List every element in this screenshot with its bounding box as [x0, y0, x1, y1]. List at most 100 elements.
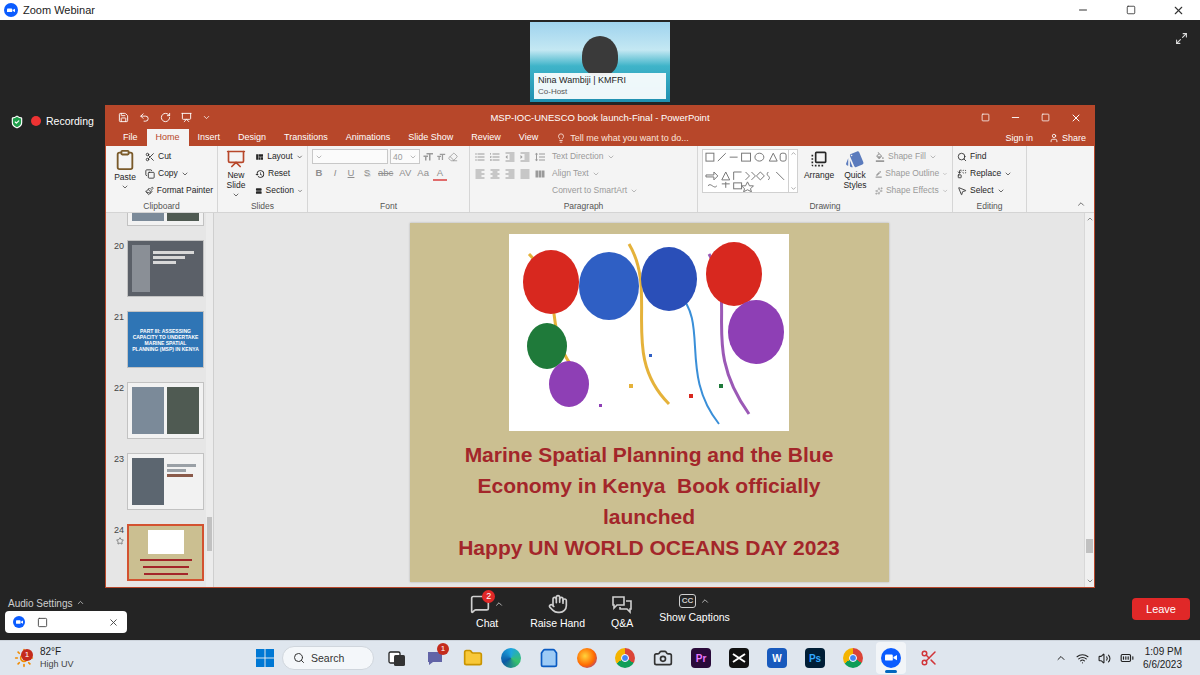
ribbon-button[interactable]: Replace [957, 166, 1012, 181]
new-slide-button[interactable]: New Slide [222, 149, 250, 200]
taskbar-app[interactable] [838, 642, 868, 674]
slide-panel-scrollbar[interactable] [206, 213, 214, 587]
redo-icon[interactable] [160, 112, 171, 123]
taskbar-app[interactable] [458, 642, 488, 674]
toolbar-button[interactable]: 2Chat [470, 594, 504, 640]
taskbar-app[interactable] [876, 642, 906, 674]
restore-icon[interactable] [1041, 113, 1050, 122]
paragraph-format-icon[interactable] [489, 168, 501, 180]
ribbon-tab[interactable]: File [114, 129, 147, 146]
tell-me-box[interactable]: Tell me what you want to do... [547, 129, 698, 146]
minimize-button[interactable] [1061, 0, 1104, 20]
paste-button[interactable]: Paste [110, 149, 140, 200]
leave-button[interactable]: Leave [1132, 598, 1190, 620]
slide-thumbnail[interactable] [127, 524, 204, 581]
sign-in-link[interactable]: Sign in [997, 129, 1041, 146]
restore-button[interactable] [1109, 0, 1152, 20]
ribbon-button[interactable]: Format Painter [145, 183, 213, 198]
paragraph-format-icon[interactable] [504, 168, 516, 180]
taskbar-app[interactable]: 1 [420, 642, 450, 674]
ribbon-button[interactable]: Shape Fill [875, 149, 948, 164]
shrink-font-icon[interactable] [436, 152, 446, 162]
ribbon-tab[interactable]: Insert [189, 129, 230, 146]
font-format-button[interactable]: U [344, 166, 358, 181]
font-format-button[interactable]: AV [397, 166, 413, 181]
paragraph-format-icon[interactable] [489, 151, 501, 163]
slide-thumbnail-row[interactable]: 20 [110, 240, 206, 297]
windows-start-icon[interactable] [256, 649, 274, 667]
taskbar-app[interactable] [534, 642, 564, 674]
speaker-icon[interactable] [1098, 652, 1111, 665]
toolbar-button[interactable]: Raise Hand [530, 594, 585, 640]
taskbar-app[interactable] [724, 642, 754, 674]
arrange-button[interactable]: Arrange [803, 149, 835, 200]
taskbar-search[interactable]: Search [282, 646, 374, 670]
grow-font-icon[interactable] [422, 151, 434, 163]
close-icon[interactable] [1070, 112, 1082, 124]
font-format-button[interactable]: abc [376, 166, 395, 181]
ribbon-tab[interactable]: Transitions [275, 129, 337, 146]
scroll-up-icon[interactable] [1086, 215, 1094, 223]
clock[interactable]: 1:09 PM6/6/2023 [1143, 645, 1182, 671]
taskbar-app[interactable] [382, 642, 412, 674]
paragraph-format-icon[interactable] [534, 168, 546, 180]
ribbon-button[interactable]: Copy [145, 166, 213, 181]
ribbon-button[interactable]: Section [255, 183, 303, 198]
slide-picture[interactable] [509, 234, 789, 431]
quick-styles-button[interactable]: Quick Styles [840, 149, 870, 200]
slide-thumbnail[interactable] [127, 382, 204, 439]
minimize-icon[interactable] [1010, 112, 1021, 123]
menu-caret-icon[interactable] [494, 599, 504, 609]
taskbar-app[interactable] [572, 642, 602, 674]
font-format-button[interactable]: I [328, 166, 342, 181]
ribbon-tab[interactable]: Slide Show [399, 129, 462, 146]
taskbar-app[interactable]: W [762, 642, 792, 674]
ribbon-button[interactable]: Reset [255, 166, 303, 181]
wifi-icon[interactable] [1076, 652, 1089, 665]
ribbon-button[interactable]: Convert to SmartArt [552, 183, 638, 198]
floating-mini-window[interactable] [5, 611, 127, 633]
collapse-ribbon-button[interactable] [1068, 199, 1094, 212]
undo-icon[interactable] [139, 112, 150, 123]
battery-icon[interactable] [1120, 651, 1134, 665]
slide-thumbnail-row[interactable]: 23 [110, 453, 206, 510]
clear-formatting-icon[interactable] [448, 152, 458, 162]
hidden-icons-icon[interactable] [1055, 652, 1067, 664]
slide-thumbnail[interactable] [127, 240, 204, 297]
slide-thumbnail-row[interactable]: 22 [110, 382, 206, 439]
slide[interactable]: Marine Spatial Planning and the Blue Eco… [410, 223, 889, 582]
shapes-gallery[interactable] [702, 149, 798, 193]
font-name-field[interactable] [312, 149, 388, 164]
ribbon-button[interactable]: Shape Effects [875, 183, 948, 198]
ribbon-tab[interactable]: Design [229, 129, 275, 146]
ribbon-tab[interactable]: Animations [337, 129, 400, 146]
slide-thumbnail-row[interactable] [110, 213, 206, 226]
menu-caret-icon[interactable] [700, 596, 710, 606]
ribbon-button[interactable]: Shape Outline [875, 166, 948, 181]
taskbar-app[interactable]: Ps [800, 642, 830, 674]
ribbon-options-icon[interactable] [981, 113, 990, 122]
taskbar-app[interactable] [914, 642, 944, 674]
paragraph-format-icon[interactable] [519, 151, 531, 163]
slide-thumbnail[interactable]: PART III: ASSESSING CAPACITY TO UNDERTAK… [127, 311, 204, 368]
ribbon-button[interactable]: Layout [255, 149, 303, 164]
scroll-down-icon[interactable] [790, 185, 797, 192]
fullscreen-button[interactable] [1175, 32, 1188, 45]
taskbar-app[interactable] [648, 642, 678, 674]
paragraph-format-icon[interactable] [519, 168, 531, 180]
customize-icon[interactable] [202, 113, 211, 122]
slide-thumbnail-row[interactable]: 21PART III: ASSESSING CAPACITY TO UNDERT… [110, 311, 206, 368]
ribbon-button[interactable]: Select [957, 183, 1012, 198]
ribbon-button[interactable]: Align Text [552, 166, 638, 181]
ribbon-tab[interactable]: Review [462, 129, 510, 146]
ribbon-tab[interactable]: View [510, 129, 547, 146]
ribbon-button[interactable]: Text Direction [552, 149, 638, 164]
slide-thumbnail-row[interactable]: 24 [110, 524, 206, 581]
slide-title[interactable]: Marine Spatial Planning and the Blue Eco… [429, 439, 869, 532]
paragraph-format-icon[interactable] [534, 151, 546, 163]
editor-scrollbar[interactable] [1084, 213, 1094, 587]
taskbar-app[interactable]: Pr [686, 642, 716, 674]
ribbon-button[interactable]: Find [957, 149, 1012, 164]
slide-subtitle[interactable]: Happy UN WORLD OCEANS DAY 2023 [419, 532, 879, 563]
toolbar-button[interactable]: Q&A [611, 594, 633, 640]
